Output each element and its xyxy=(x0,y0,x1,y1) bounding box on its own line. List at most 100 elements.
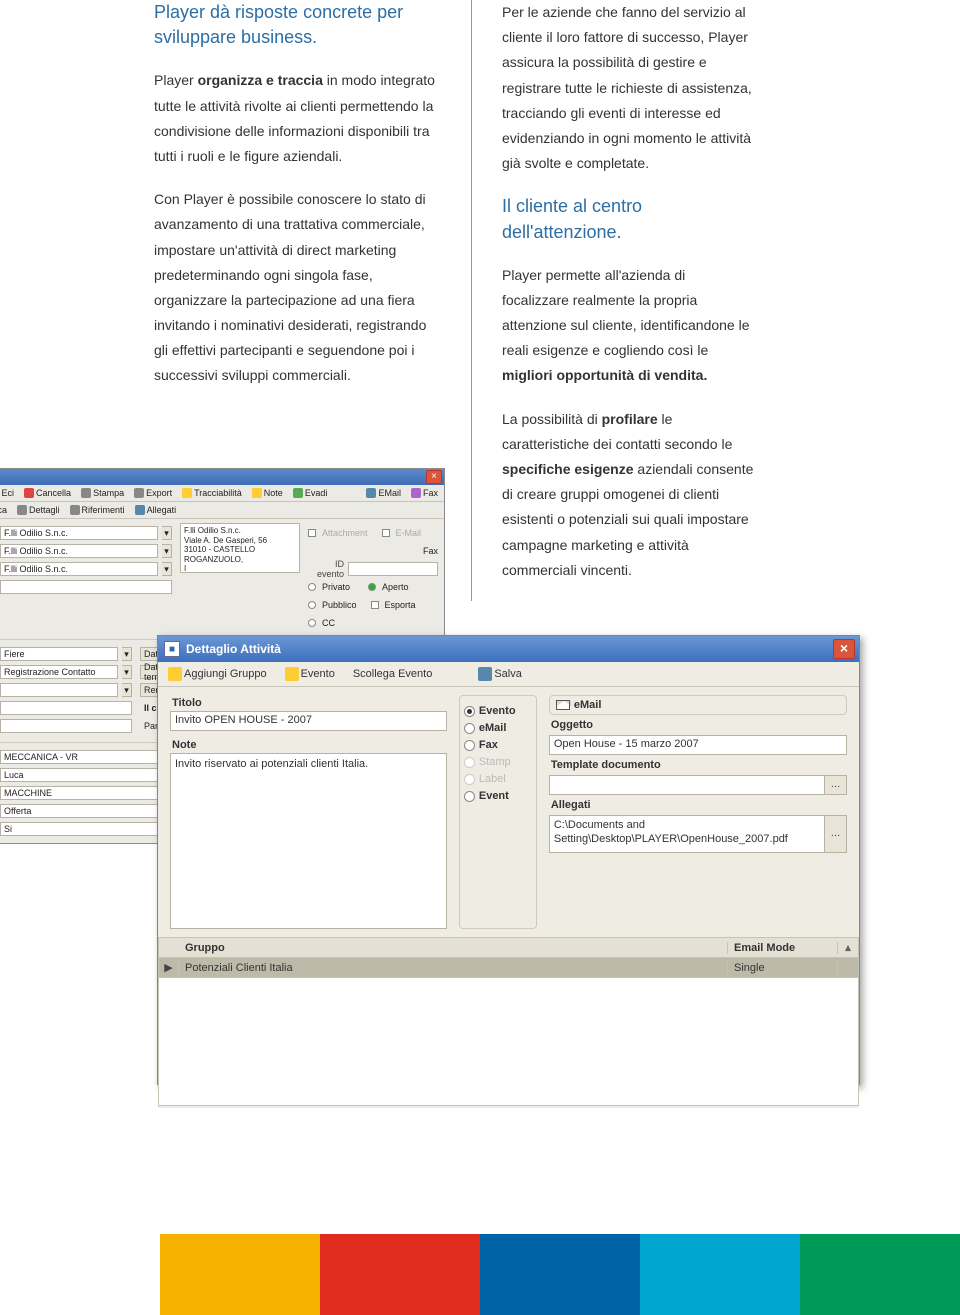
checkbox[interactable] xyxy=(308,529,316,537)
grid-body-empty[interactable] xyxy=(158,978,859,1106)
export-button[interactable]: Export xyxy=(134,488,172,498)
evadi-button[interactable]: Evadi xyxy=(293,488,328,498)
details-icon xyxy=(17,505,27,515)
radio-event[interactable]: Event xyxy=(464,790,532,802)
label: Riferimenti xyxy=(82,505,125,515)
add-group-button[interactable]: Aggiungi Gruppo xyxy=(168,667,267,681)
evento-button[interactable]: Evento xyxy=(285,667,335,681)
label: Label xyxy=(479,773,506,785)
oggetto-field[interactable]: F.lli Odilio S.n.c. xyxy=(0,526,158,540)
label: eMail xyxy=(479,722,507,734)
fax-button[interactable]: Fax xyxy=(411,488,438,498)
aprogetti-field[interactable] xyxy=(0,719,132,733)
dropdown-icon[interactable]: ▾ xyxy=(162,562,172,576)
color-green xyxy=(800,1234,960,1315)
type-panel: Evento eMail Fax Stamp Label Event xyxy=(459,695,537,929)
lbl-idevento: ID evento xyxy=(308,559,344,579)
radio[interactable] xyxy=(308,583,316,591)
lbl-oggetto: Oggetto xyxy=(551,719,847,731)
text-partial: Par xyxy=(144,721,158,731)
checkbox[interactable] xyxy=(371,601,379,609)
radio-selected[interactable] xyxy=(368,583,376,591)
tab-anagrafica[interactable]: Anagrafica xyxy=(0,505,7,515)
label: Fax xyxy=(479,739,498,751)
progetto-field[interactable] xyxy=(0,701,132,715)
dropdown-icon[interactable]: ▾ xyxy=(162,526,172,540)
template-input[interactable] xyxy=(549,775,825,795)
trace-button[interactable]: Tracciabilità xyxy=(182,488,242,498)
allegati-box[interactable]: C:\Documents and Setting\Desktop\PLAYER\… xyxy=(549,815,825,853)
label: Anagrafica xyxy=(0,505,7,515)
oggetto-input[interactable]: Open House - 15 marzo 2007 xyxy=(549,735,847,755)
label: Salva xyxy=(494,668,522,680)
cell-gruppo: Potenziali Clienti Italia xyxy=(179,962,728,974)
close-icon[interactable]: × xyxy=(833,639,855,659)
save-button[interactable]: Salva xyxy=(478,667,522,681)
color-yellow xyxy=(160,1234,320,1315)
sede-field[interactable]: F.lli Odilio S.n.c. xyxy=(0,562,158,576)
group-grid: Gruppo Email Mode ▴ ▶ Potenziali Clienti… xyxy=(158,937,859,1108)
note-textarea[interactable]: Invito riservato ai potenziali clienti I… xyxy=(170,753,447,929)
dropdown-icon[interactable]: ▾ xyxy=(122,647,132,661)
note-button[interactable]: Note xyxy=(252,488,283,498)
label: Salva ed Eci xyxy=(0,488,14,498)
tab-allegati[interactable]: Allegati xyxy=(135,505,177,515)
titlebar[interactable]: ■ Dettaglio Attività × xyxy=(158,636,859,662)
text-bold: specifiche esigenze xyxy=(502,461,634,477)
browse-button[interactable]: … xyxy=(825,815,847,853)
radio-icon xyxy=(464,791,475,802)
paragraph: Player organizza e traccia in modo integ… xyxy=(154,68,439,169)
tab-riferimenti[interactable]: Riferimenti xyxy=(70,505,125,515)
left-panel: Titolo Invito OPEN HOUSE - 2007 Note Inv… xyxy=(170,695,447,929)
radio[interactable] xyxy=(308,619,316,627)
label: Tracciabilità xyxy=(194,488,242,498)
lbl-note: Note xyxy=(172,739,447,751)
stato-field[interactable] xyxy=(0,683,118,697)
causa-field[interactable]: Fiere xyxy=(0,647,118,661)
dropdown-icon[interactable]: ▾ xyxy=(122,665,132,679)
contatto-field[interactable]: F.lli Odilio S.n.c. xyxy=(0,544,158,558)
radio-stamp[interactable]: Stamp xyxy=(464,756,532,768)
idevento-field[interactable] xyxy=(348,562,438,576)
mail-icon xyxy=(366,488,376,498)
titolo-input[interactable]: Invito OPEN HOUSE - 2007 xyxy=(170,711,447,731)
cell-emailmode: Single xyxy=(728,962,838,974)
radio-fax[interactable]: Fax xyxy=(464,739,532,751)
checkbox[interactable] xyxy=(382,529,390,537)
address-box: F.lli Odilio S.n.c. Viale A. De Gasperi,… xyxy=(180,523,300,573)
text: Player xyxy=(154,72,198,88)
tab-dettagli[interactable]: Dettagli xyxy=(17,505,60,515)
color-cyan xyxy=(640,1234,800,1315)
lbl-attachment: Attachment xyxy=(322,528,368,538)
radio-email[interactable]: eMail xyxy=(464,722,532,734)
radio-evento[interactable]: Evento xyxy=(464,705,532,717)
label: Event xyxy=(479,790,509,802)
paragraph: Per le aziende che fanno del servizio al… xyxy=(502,0,756,176)
attach-icon xyxy=(135,505,145,515)
responsabili-field[interactable] xyxy=(0,580,172,594)
close-icon[interactable]: × xyxy=(426,470,442,484)
col-emailmode[interactable]: Email Mode xyxy=(728,942,838,954)
print-button[interactable]: Stampa xyxy=(81,488,124,498)
titlebar[interactable]: vent × xyxy=(0,469,444,485)
radio-label[interactable]: Label xyxy=(464,773,532,785)
toolbar: Aggiungi Gruppo Evento Scollega Evento S… xyxy=(158,662,859,687)
right-column: Per le aziende che fanno del servizio al… xyxy=(471,0,786,601)
tipo-field[interactable]: Registrazione Contatto xyxy=(0,665,118,679)
email-button[interactable]: EMail xyxy=(366,488,401,498)
save-exit-button[interactable]: Salva ed Eci xyxy=(0,488,14,498)
grid-row[interactable]: ▶ Potenziali Clienti Italia Single xyxy=(158,958,859,978)
app-icon: ■ xyxy=(164,641,180,657)
label: Stampa xyxy=(93,488,124,498)
browse-button[interactable]: … xyxy=(825,775,847,795)
dropdown-icon[interactable]: ▾ xyxy=(162,544,172,558)
label: eMail xyxy=(574,699,602,711)
radio[interactable] xyxy=(308,601,316,609)
row-marker-icon: ▶ xyxy=(159,961,179,974)
scollega-button[interactable]: Scollega Evento xyxy=(353,668,433,680)
right-panel: eMail Oggetto Open House - 15 marzo 2007… xyxy=(549,695,847,929)
dropdown-icon[interactable]: ▾ xyxy=(122,683,132,697)
col-gruppo[interactable]: Gruppo xyxy=(179,942,728,954)
sort-icon[interactable]: ▴ xyxy=(838,941,858,954)
cancel-button[interactable]: Cancella xyxy=(24,488,71,498)
